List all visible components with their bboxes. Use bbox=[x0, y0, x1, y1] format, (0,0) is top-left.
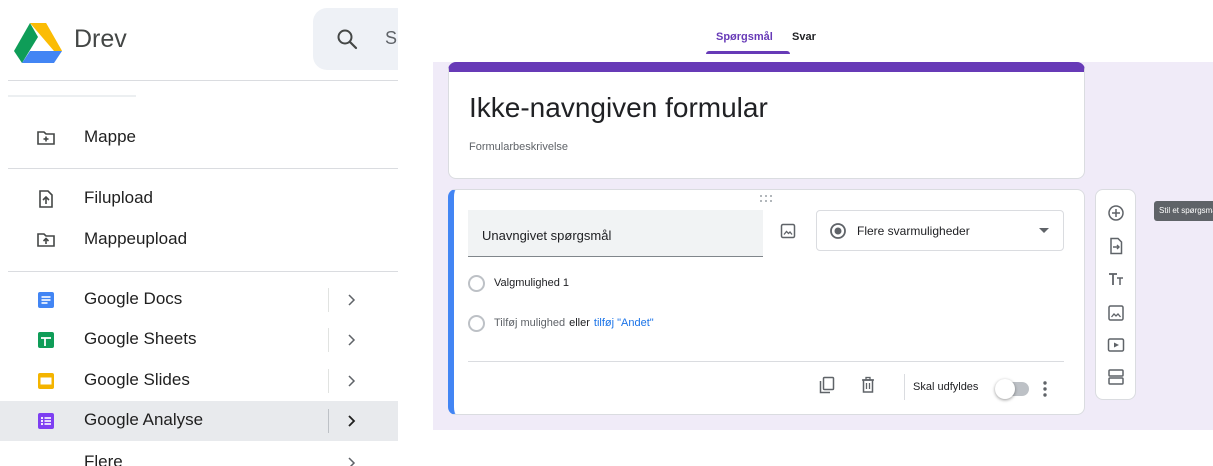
chevron-right-icon[interactable] bbox=[344, 291, 360, 309]
question-title-text: Unavngivet spørgsmål bbox=[482, 228, 612, 243]
question-type-select[interactable]: Flere svarmuligheder bbox=[816, 210, 1064, 251]
menu-item-google-sheets[interactable]: Google Sheets bbox=[0, 320, 398, 360]
chevron-right-icon[interactable] bbox=[344, 372, 360, 390]
menu-item-google-docs[interactable]: Google Docs bbox=[0, 280, 398, 320]
forms-tabs: Spørgsmål Svar bbox=[433, 0, 1213, 62]
menu-item-folder[interactable]: Mappe bbox=[0, 118, 398, 158]
question-card[interactable]: Unavngivet spørgsmål Flere svarmulighede… bbox=[448, 189, 1085, 415]
google-slides-icon bbox=[38, 373, 54, 389]
drive-title: Drev bbox=[74, 25, 127, 53]
menu-item-label: Filupload bbox=[84, 188, 153, 207]
new-folder-icon bbox=[37, 131, 55, 145]
form-title-card[interactable]: Ikke-navngiven formular Formularbeskrive… bbox=[448, 62, 1085, 179]
form-title[interactable]: Ikke-navngiven formular bbox=[469, 92, 768, 124]
add-option-link[interactable]: Tilføj mulighed bbox=[494, 317, 565, 329]
import-questions-icon[interactable] bbox=[1107, 237, 1125, 255]
radio-button-checked-icon bbox=[830, 223, 846, 239]
drive-header: Drev S bbox=[0, 0, 398, 80]
menu-item-label: Google Slides bbox=[84, 370, 190, 389]
dropdown-arrow-icon bbox=[1039, 228, 1049, 233]
chevron-right-icon[interactable] bbox=[344, 454, 360, 466]
menu-item-label: Flere bbox=[84, 452, 123, 466]
google-sheets-icon bbox=[38, 332, 54, 348]
tab-questions[interactable]: Spørgsmål bbox=[716, 31, 773, 43]
copy-icon[interactable] bbox=[818, 376, 836, 394]
add-question-tooltip: Stil et spørgsmål bbox=[1154, 201, 1213, 221]
required-toggle[interactable] bbox=[995, 379, 1029, 399]
question-footer-divider bbox=[468, 361, 1064, 362]
search-placeholder: S bbox=[385, 28, 398, 48]
form-description[interactable]: Formularbeskrivelse bbox=[469, 141, 568, 153]
image-icon[interactable] bbox=[780, 223, 796, 239]
required-label: Skal udfyldes bbox=[913, 381, 979, 393]
submenu-divider bbox=[328, 288, 329, 312]
google-docs-icon bbox=[38, 292, 54, 308]
menu-item-label: Google Analyse bbox=[84, 410, 204, 429]
question-title-input[interactable]: Unavngivet spørgsmål bbox=[468, 210, 763, 257]
add-video-icon[interactable] bbox=[1107, 336, 1125, 354]
submenu-divider bbox=[328, 328, 329, 352]
forms-editor: Spørgsmål Svar Ikke-navngiven formular F… bbox=[433, 0, 1213, 466]
file-upload-icon bbox=[39, 190, 53, 208]
google-forms-icon bbox=[38, 413, 54, 429]
question-type-label: Flere svarmuligheder bbox=[857, 224, 970, 238]
menu-separator bbox=[8, 168, 398, 169]
floating-toolbar bbox=[1095, 189, 1136, 400]
more-vert-icon[interactable] bbox=[1042, 379, 1048, 399]
option-label[interactable]: Valgmulighed 1 bbox=[494, 277, 569, 289]
add-image-icon[interactable] bbox=[1107, 304, 1125, 322]
tab-answers[interactable]: Svar bbox=[792, 31, 816, 43]
option-radio bbox=[468, 315, 485, 332]
footer-separator bbox=[904, 374, 905, 400]
menu-item-label: Mappeupload bbox=[84, 229, 188, 248]
menu-item-more[interactable]: Flere bbox=[0, 443, 398, 466]
menu-item-folder-upload[interactable]: Mappeupload bbox=[0, 220, 398, 260]
add-other-link[interactable]: tilføj "Andet" bbox=[594, 317, 654, 329]
chevron-right-icon[interactable] bbox=[344, 331, 360, 349]
menu-item-google-slides[interactable]: Google Slides bbox=[0, 361, 398, 401]
add-question-icon[interactable] bbox=[1107, 204, 1125, 222]
toggle-knob bbox=[995, 379, 1015, 399]
or-text: eller bbox=[569, 317, 590, 329]
submenu-divider bbox=[328, 369, 329, 393]
drag-handle-icon[interactable] bbox=[759, 194, 773, 204]
menu-item-label: Google Sheets bbox=[84, 329, 197, 348]
google-drive-logo-icon[interactable] bbox=[14, 23, 62, 63]
add-option-line: Tilføj mulighed eller tilføj "Andet" bbox=[494, 317, 654, 329]
header-shadow bbox=[8, 95, 136, 97]
add-section-icon[interactable] bbox=[1107, 368, 1125, 386]
menu-item-file-upload[interactable]: Filupload bbox=[0, 179, 398, 219]
search-icon[interactable] bbox=[335, 27, 359, 51]
drive-search-box[interactable]: S bbox=[313, 8, 398, 70]
drive-panel: Drev S Mappe Filupload Mappeupload Googl… bbox=[0, 0, 398, 466]
title-text-icon[interactable] bbox=[1107, 270, 1125, 288]
menu-item-google-forms[interactable]: Google Analyse bbox=[0, 401, 398, 441]
menu-item-label: Mappe bbox=[84, 127, 136, 146]
folder-upload-icon bbox=[37, 233, 55, 247]
menu-item-label: Google Docs bbox=[84, 289, 183, 308]
header-divider bbox=[8, 80, 398, 81]
submenu-divider bbox=[328, 409, 329, 433]
chevron-right-icon[interactable] bbox=[344, 412, 360, 430]
menu-separator bbox=[8, 271, 398, 272]
active-tab-indicator bbox=[706, 51, 790, 54]
option-radio bbox=[468, 275, 485, 292]
trash-icon[interactable] bbox=[859, 376, 877, 394]
